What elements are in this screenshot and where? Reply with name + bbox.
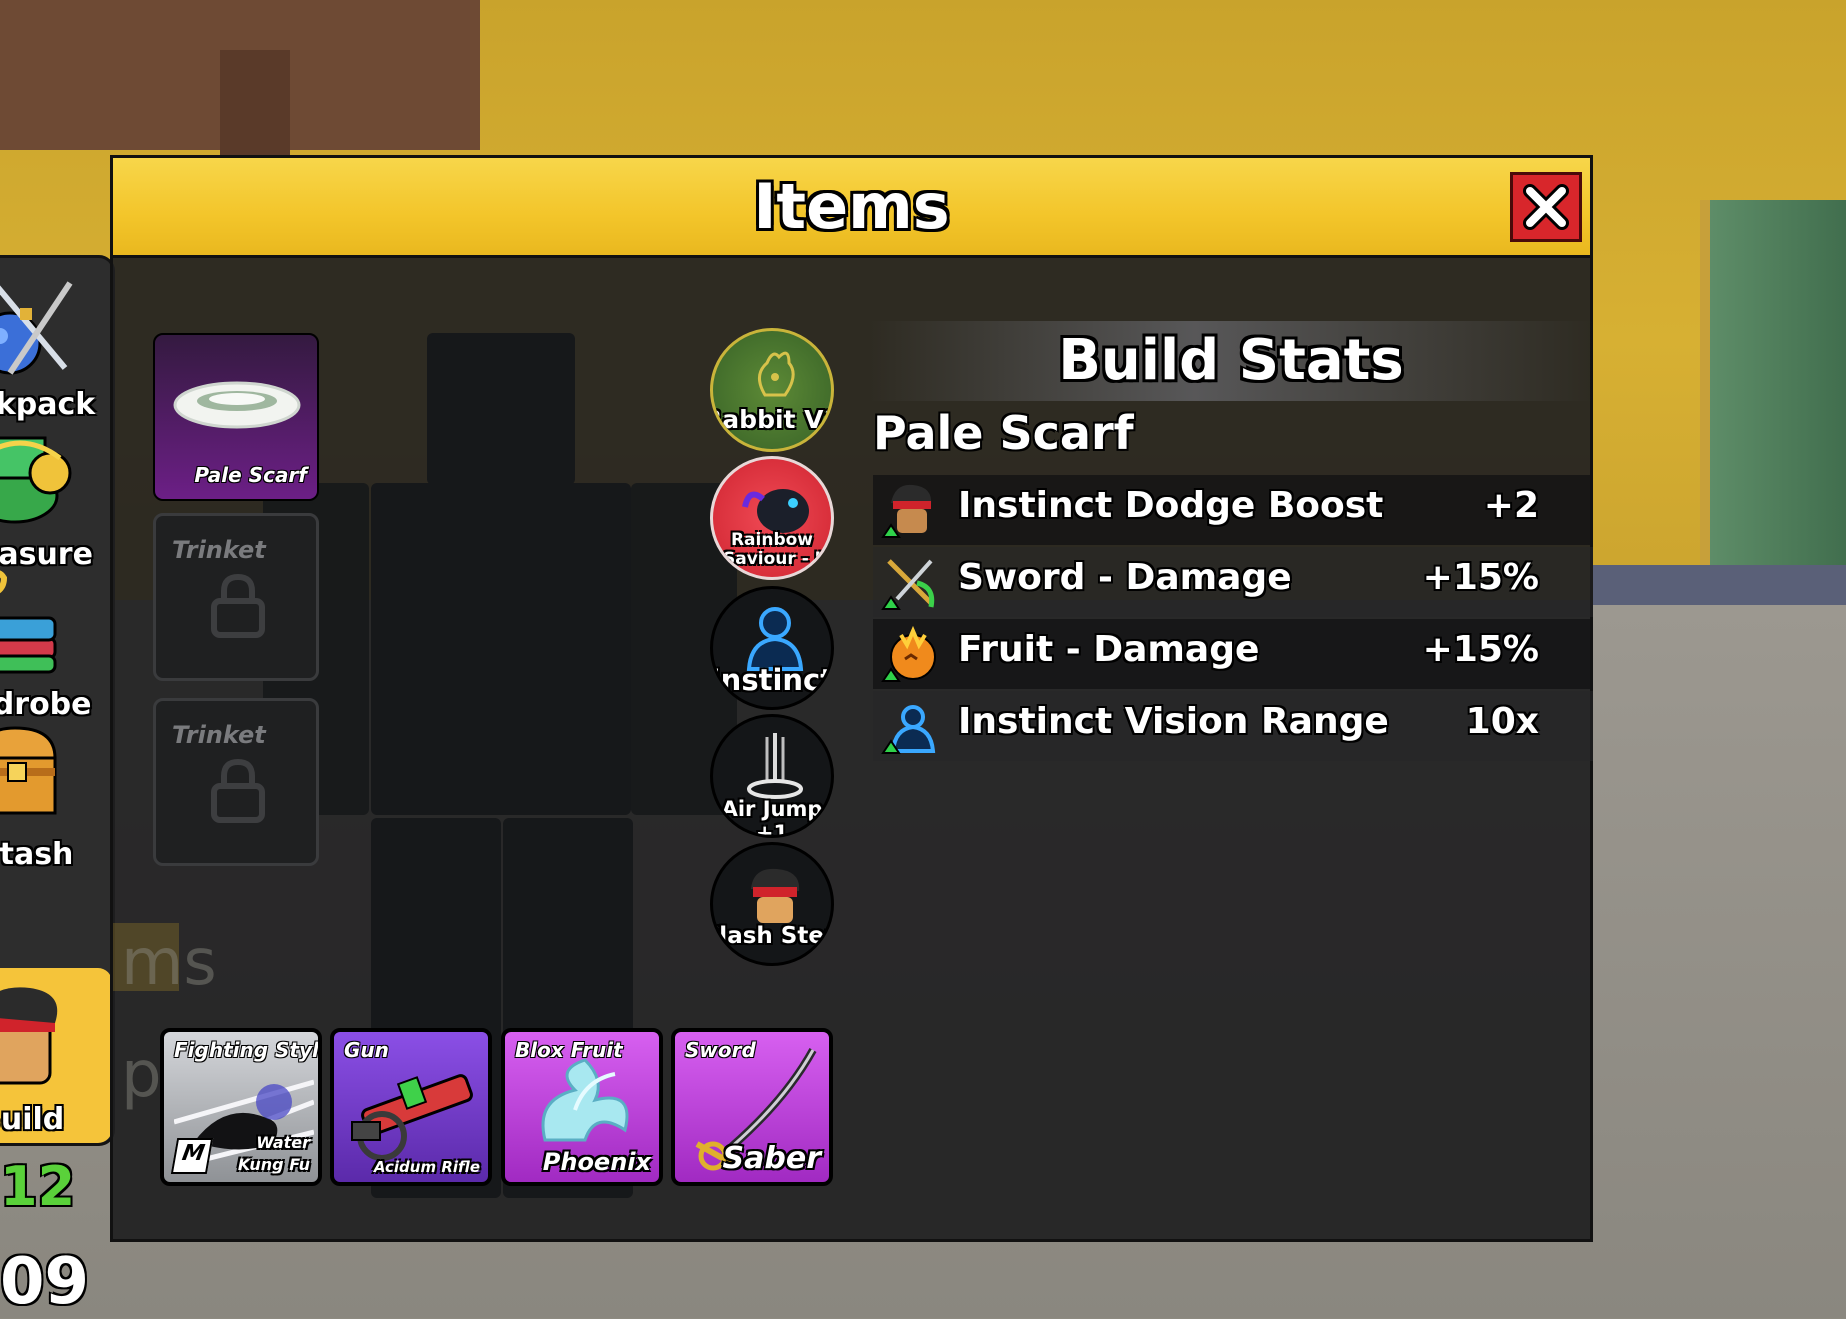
background-door [1700, 200, 1846, 620]
stat-value: +2 [1483, 485, 1539, 526]
treasure-icon [0, 436, 72, 524]
ability-label: Air Jump +1 [721, 797, 823, 838]
stat-name: Sword - Damage [958, 557, 1292, 598]
dodge-boost-icon [881, 484, 932, 538]
card-type-label: Fighting Style [174, 1038, 322, 1062]
card-item-name: Phoenix [542, 1148, 651, 1176]
saviour-icon [742, 489, 809, 533]
rabbit-icon [758, 351, 795, 397]
sword-damage-icon [881, 559, 935, 610]
ability-instinct[interactable]: Instinct [710, 586, 834, 710]
side-item-label: Build [0, 1102, 65, 1137]
side-item-treasure[interactable]: easure [0, 408, 112, 578]
equipped-gun-card[interactable]: Gun Acidum Rifle [330, 1028, 492, 1186]
counter-top: 12 [0, 1155, 76, 1218]
stat-row: Instinct Vision Range 10x [873, 691, 1593, 761]
trinket-slot[interactable]: Trinket [153, 513, 319, 681]
scarf-icon [173, 381, 301, 429]
ability-label: Instinct [710, 663, 834, 697]
acidum-rifle-icon [351, 1074, 473, 1161]
card-type-label: Sword [685, 1038, 756, 1062]
character-head-silhouette [427, 333, 575, 485]
equipped-blox-fruit-card[interactable]: Blox Fruit Phoenix [501, 1028, 663, 1186]
side-item-wardrobe[interactable]: rdrobe [0, 558, 112, 728]
slot-item-name: Pale Scarf [194, 463, 307, 487]
slot-label: Trinket [172, 536, 266, 564]
slot-label: Trinket [172, 721, 266, 749]
background-text: ms [121, 926, 217, 1000]
ability-rabbit[interactable]: Rabbit V1 [710, 328, 834, 452]
card-item-name: Water Kung Fu [237, 1133, 310, 1174]
side-menu: ckpack easure rdrobe Stash [0, 255, 115, 1146]
instinct-icon [746, 607, 804, 671]
style-badge: M [170, 1138, 214, 1174]
fruit-damage-icon [881, 625, 936, 682]
side-item-label: Stash [0, 837, 74, 872]
lock-icon [211, 573, 265, 638]
background-mat [1590, 565, 1846, 605]
background-text: p [121, 1038, 162, 1112]
ability-label: Flash Step [710, 923, 834, 949]
trinket-slot[interactable]: Trinket [153, 698, 319, 866]
phoenix-icon [541, 1058, 629, 1142]
ability-label: Rabbit V1 [710, 405, 831, 434]
ability-air-jump[interactable]: Air Jump +1 [710, 714, 834, 838]
lock-icon [211, 758, 265, 823]
stash-chest-icon [0, 726, 57, 815]
accessory-slot-filled[interactable]: Pale Scarf [153, 333, 319, 501]
stat-name: Instinct Dodge Boost [958, 485, 1384, 526]
stat-row: Sword - Damage +15% [873, 547, 1593, 617]
stat-row: Fruit - Damage +15% [873, 619, 1593, 689]
stat-name: Fruit - Damage [958, 629, 1260, 670]
character-torso-silhouette [371, 483, 631, 815]
equipped-fighting-style-card[interactable]: M Fighting Style Water Kung Fu [160, 1028, 322, 1186]
equipped-sword-card[interactable]: Sword Saber [671, 1028, 833, 1186]
window-titlebar: Items [113, 158, 1590, 258]
side-item-backpack[interactable]: ckpack [0, 258, 112, 428]
build-avatar-icon [0, 987, 58, 1085]
build-stats-title: Build Stats [1058, 328, 1404, 393]
style-badge-letter: M [180, 1141, 207, 1166]
background-pillar [220, 50, 290, 160]
stat-value: 10x [1465, 701, 1539, 742]
flash-step-icon [751, 868, 800, 923]
backpack-icon [0, 281, 73, 375]
window-title: Items [753, 170, 950, 243]
wardrobe-icon [0, 570, 57, 674]
stat-value: +15% [1422, 629, 1539, 670]
ability-label: Rainbow Saviour - I [722, 530, 821, 569]
air-jump-icon [747, 733, 803, 799]
counter-bottom: 09 [0, 1245, 90, 1319]
card-type-label: Gun [344, 1038, 389, 1062]
side-item-build[interactable]: Build [0, 968, 112, 1143]
stat-row: Instinct Dodge Boost +2 [873, 475, 1593, 545]
ability-rainbow-saviour[interactable]: Rainbow Saviour - I [710, 456, 834, 580]
vision-range-icon [881, 705, 936, 754]
card-item-name: Saber [722, 1141, 821, 1176]
close-x-icon [1523, 184, 1569, 230]
ability-flash-step[interactable]: Flash Step [710, 842, 834, 966]
stat-name: Instinct Vision Range [958, 701, 1389, 742]
side-item-stash[interactable]: Stash [0, 708, 112, 878]
card-item-name: Acidum Rifle [373, 1158, 480, 1176]
items-window: Items ms p Pale Scarf Trinket Trinket Ra… [110, 155, 1593, 1242]
close-button[interactable] [1510, 172, 1582, 242]
build-stats-item-name: Pale Scarf [873, 406, 1134, 460]
card-type-label: Blox Fruit [515, 1038, 623, 1062]
stat-value: +15% [1422, 557, 1539, 598]
